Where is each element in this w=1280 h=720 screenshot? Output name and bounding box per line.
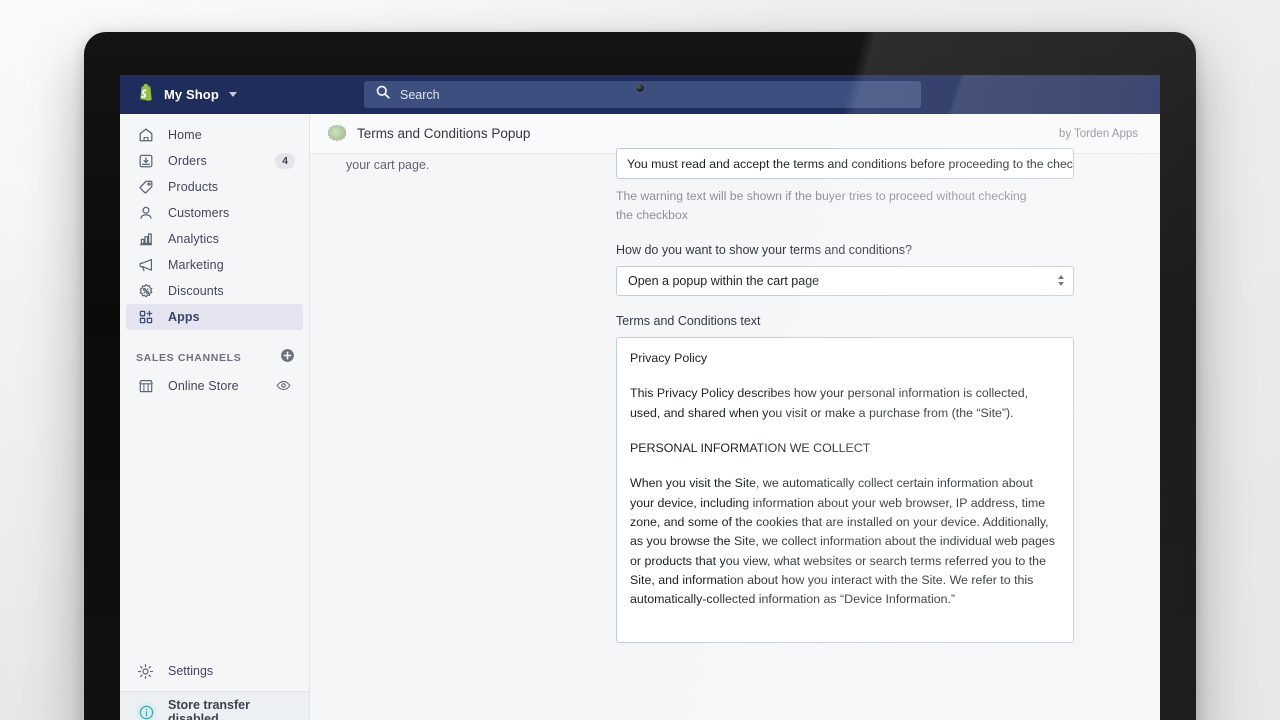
settings-label: Settings — [168, 664, 214, 678]
main-content: Terms and Conditions Popup by Torden App… — [310, 114, 1160, 720]
display-mode-label: How do you want to show your terms and c… — [616, 242, 912, 257]
storefront-icon — [136, 377, 155, 396]
page-title: Terms and Conditions Popup — [357, 126, 531, 141]
warning-help-text: The warning text will be shown if the bu… — [616, 189, 1027, 222]
discount-icon — [136, 282, 155, 301]
sidebar-item-label: Analytics — [168, 232, 219, 246]
orders-count-badge: 4 — [275, 153, 295, 169]
search-icon — [376, 85, 390, 104]
terms-paragraph: When you visit the Site, we automaticall… — [630, 476, 1055, 607]
terms-text-label: Terms and Conditions text — [616, 313, 761, 328]
chevron-down-icon — [228, 92, 237, 97]
sidebar-item-orders[interactable]: Orders 4 — [126, 148, 303, 174]
webcam-icon — [636, 84, 644, 92]
search-placeholder-label: Search — [400, 87, 440, 102]
tag-icon — [136, 178, 155, 197]
shop-switcher[interactable]: My Shop — [120, 75, 237, 114]
green-seal-icon — [328, 124, 346, 142]
terms-paragraph: Privacy Policy — [630, 350, 708, 365]
sidebar-item-label: Orders — [168, 154, 207, 168]
app-header-left: Terms and Conditions Popup — [328, 124, 531, 143]
app-content: your cart page. You must read and accept… — [310, 148, 1160, 720]
warning-text-input[interactable]: You must read and accept the terms and c… — [616, 148, 1074, 179]
left-column-partial-text: your cart page. — [346, 158, 430, 172]
sidebar-item-discounts[interactable]: Discounts — [126, 278, 303, 304]
sidebar-item-online-store[interactable]: Online Store — [126, 373, 303, 399]
info-circle-icon — [136, 702, 156, 720]
sales-channels-label: SALES CHANNELS — [136, 352, 242, 364]
sidebar-item-marketing[interactable]: Marketing — [126, 252, 303, 278]
sidebar-item-label: Marketing — [168, 258, 224, 272]
admin-topbar: My Shop Search — [120, 75, 1160, 114]
sidebar-item-label: Online Store — [168, 379, 239, 393]
sidebar-item-label: Products — [168, 180, 219, 194]
terms-paragraph: PERSONAL INFORMATION WE COLLECT — [630, 440, 871, 455]
sidebar-item-settings[interactable]: Settings — [126, 656, 303, 686]
sidebar-item-apps[interactable]: Apps — [126, 304, 303, 330]
orders-icon — [136, 152, 155, 171]
sidebar-item-products[interactable]: Products — [126, 174, 303, 200]
sidebar-item-label: Customers — [168, 206, 230, 220]
shop-name-label: My Shop — [164, 87, 219, 102]
apps-grid-icon — [136, 308, 155, 327]
app-author-label: by Torden Apps — [1058, 127, 1138, 140]
laptop-device: My Shop Search Home Orders 4 Products Cu… — [84, 32, 1196, 720]
shopify-bag-icon — [138, 83, 155, 107]
sidebar-item-customers[interactable]: Customers — [126, 200, 303, 226]
chevron-up-down-icon — [1058, 275, 1064, 287]
sidebar-item-label: Discounts — [168, 284, 224, 298]
settings-form: You must read and accept the terms and c… — [616, 148, 1074, 643]
sidebar-item-label: Home — [168, 128, 202, 142]
megaphone-icon — [136, 256, 155, 275]
sidebar-nav: Home Orders 4 Products Customers Analyti… — [120, 114, 309, 399]
eye-icon[interactable] — [276, 378, 291, 397]
store-transfer-label: Store transfer disabled — [168, 698, 250, 720]
gear-icon — [136, 663, 155, 680]
sidebar-item-home[interactable]: Home — [126, 122, 303, 148]
sidebar-footer: Settings Store transfer disabled — [120, 656, 309, 720]
sidebar-item-analytics[interactable]: Analytics — [126, 226, 303, 252]
plus-circle-icon[interactable] — [280, 348, 295, 368]
home-icon — [136, 126, 155, 145]
display-mode-select[interactable]: Open a popup within the cart page — [616, 265, 1074, 296]
sales-channels-header: SALES CHANNELS — [136, 348, 295, 368]
display-mode-value: Open a popup within the cart page — [628, 273, 820, 288]
bar-chart-icon — [136, 230, 155, 249]
person-icon — [136, 204, 155, 223]
store-transfer-status[interactable]: Store transfer disabled — [120, 691, 309, 720]
sidebar: Home Orders 4 Products Customers Analyti… — [120, 114, 310, 720]
laptop-screen: My Shop Search Home Orders 4 Products Cu… — [120, 75, 1160, 720]
terms-text-textarea[interactable]: Privacy Policy This Privacy Policy descr… — [616, 336, 1074, 643]
terms-paragraph: This Privacy Policy describes how your p… — [630, 386, 1029, 420]
sidebar-item-label: Apps — [168, 310, 200, 324]
warning-text-value: You must read and accept the terms and c… — [627, 156, 1074, 171]
